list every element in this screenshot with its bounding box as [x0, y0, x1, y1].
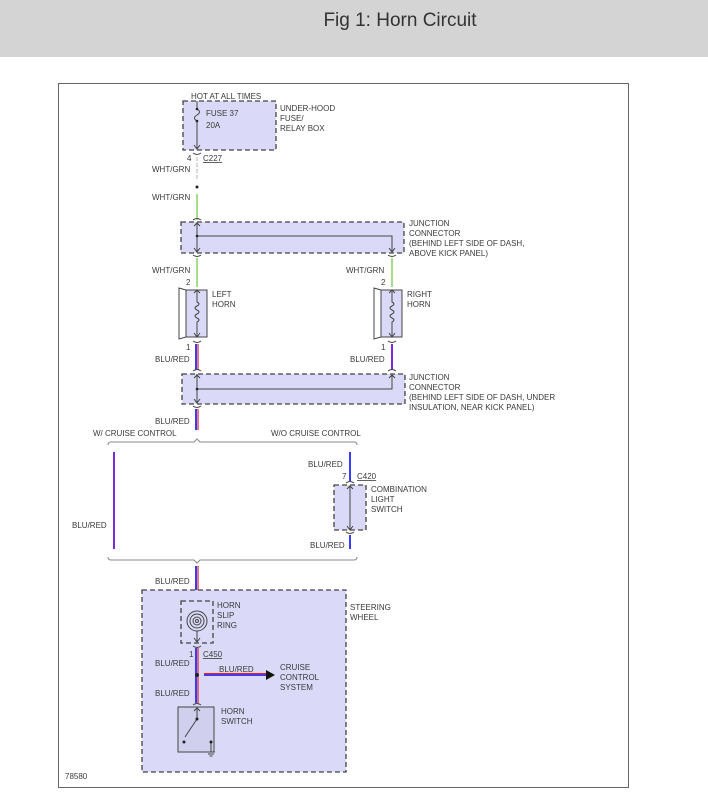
- fuse-box-label: FUSE/: [280, 114, 304, 123]
- splice-dot: [195, 185, 199, 189]
- horn-switch: [177, 703, 215, 757]
- combination-switch-label: LIGHT: [371, 495, 395, 504]
- c450-pin: 1: [189, 650, 194, 659]
- right-horn: [373, 287, 403, 340]
- cruise-system-label: CRUISE: [280, 663, 310, 672]
- c227-connector-label: C227: [203, 154, 223, 163]
- horn-switch-label: SWITCH: [221, 717, 253, 726]
- junction1-label: (BEHIND LEFT SIDE OF DASH,: [409, 239, 524, 248]
- hot-at-all-times-label: HOT AT ALL TIMES: [191, 92, 261, 101]
- fuse-box-label: UNDER-HOOD: [280, 104, 335, 113]
- combination-light-switch: [333, 481, 367, 534]
- junction2-label: (BEHIND LEFT SIDE OF DASH, UNDER: [409, 393, 555, 402]
- pin-label: 1: [381, 343, 386, 352]
- pin-label: 2: [381, 278, 386, 287]
- wire-label: BLU/RED: [350, 355, 385, 364]
- wire-label: BLU/RED: [155, 659, 190, 668]
- junction-connector-1: [180, 218, 405, 257]
- fuse-box-label: RELAY BOX: [280, 124, 325, 133]
- slip-ring-label: HORN: [217, 601, 241, 610]
- wire-label: WHT/GRN: [152, 193, 190, 202]
- option-brace-bottom: [107, 556, 358, 564]
- right-horn-label: RIGHT: [407, 290, 432, 299]
- wire-label: BLU/RED: [155, 355, 190, 364]
- horn-circuit-diagram: HOT AT ALL TIMES FUSE 37 20A UNDER-HOOD …: [58, 83, 629, 788]
- wire-label: WHT/GRN: [152, 165, 190, 174]
- slip-ring-label: RING: [217, 621, 237, 630]
- fuse-name: FUSE 37: [206, 109, 239, 118]
- junction2-label: JUNCTION: [409, 373, 450, 382]
- steering-wheel-label: STEERING: [350, 603, 391, 612]
- wire-label: BLU/RED: [155, 417, 190, 426]
- with-cruise-label: W/ CRUISE CONTROL: [93, 429, 177, 438]
- wire-label: BLU/RED: [155, 689, 190, 698]
- without-cruise-label: W/O CRUISE CONTROL: [271, 429, 361, 438]
- wire-label: BLU/RED: [155, 577, 190, 586]
- c420-connector-label: C420: [357, 472, 377, 481]
- pin-label: 2: [186, 278, 191, 287]
- pin-label: 1: [186, 343, 191, 352]
- figure-id: 78580: [65, 772, 88, 781]
- junction1-label: CONNECTOR: [409, 229, 461, 238]
- wire-label: BLU/RED: [308, 460, 343, 469]
- slip-ring-label: SLIP: [217, 611, 234, 620]
- combination-switch-label: COMBINATION: [371, 485, 427, 494]
- right-horn-label: HORN: [407, 300, 431, 309]
- junction-connector-2: [181, 369, 406, 408]
- fuse-rating: 20A: [206, 121, 221, 130]
- junction1-label: ABOVE KICK PANEL): [409, 249, 488, 258]
- horn-slip-ring: [180, 600, 214, 648]
- left-horn-label: HORN: [212, 300, 236, 309]
- junction2-label: CONNECTOR: [409, 383, 461, 392]
- splice-dot: [195, 673, 199, 677]
- horn-switch-label: HORN: [221, 707, 245, 716]
- wire-label: WHT/GRN: [152, 266, 190, 275]
- combination-switch-label: SWITCH: [371, 505, 403, 514]
- steering-wheel-label: WHEEL: [350, 613, 379, 622]
- junction1-label: JUNCTION: [409, 219, 450, 228]
- c450-connector-label: C450: [203, 650, 223, 659]
- wire-label: BLU/RED: [219, 665, 254, 674]
- option-brace-top: [107, 438, 358, 446]
- junction2-label: INSULATION, NEAR KICK PANEL): [409, 403, 535, 412]
- cruise-system-label: CONTROL: [280, 673, 320, 682]
- left-horn: [178, 287, 208, 340]
- wire-label: BLU/RED: [72, 521, 107, 530]
- c227-pin: 4: [187, 154, 192, 163]
- wire-label: WHT/GRN: [346, 266, 384, 275]
- wire-label: BLU/RED: [310, 541, 345, 550]
- cruise-system-label: SYSTEM: [280, 683, 313, 692]
- c420-pin: 7: [342, 472, 347, 481]
- left-horn-label: LEFT: [212, 290, 232, 299]
